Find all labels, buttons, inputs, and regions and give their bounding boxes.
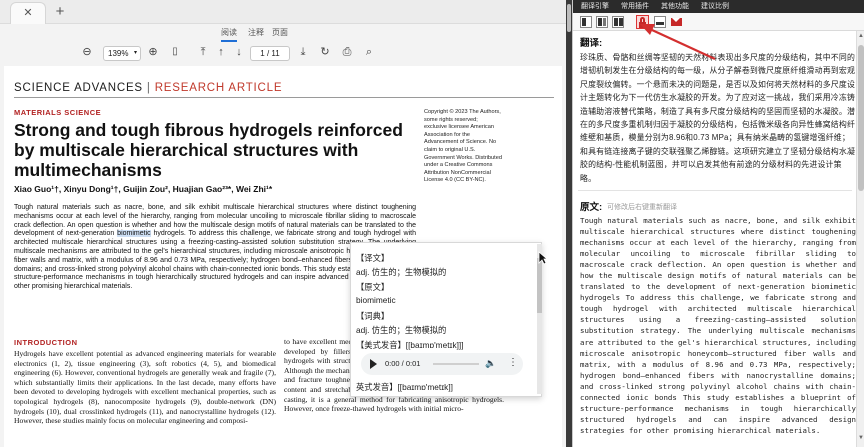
zoom-out-icon[interactable]: ⊖ xyxy=(80,43,94,61)
popup-dictionary-label: 【词典】 xyxy=(356,311,390,321)
print-icon[interactable]: ⎙ xyxy=(340,43,354,61)
panel-divider xyxy=(578,190,852,191)
translation-heading: 翻译: xyxy=(580,38,603,49)
last-page-icon[interactable]: ⤓ xyxy=(296,43,310,61)
prev-page-icon[interactable]: ↑ xyxy=(214,43,228,61)
popup-translation-label: 【译文】 xyxy=(356,253,390,263)
next-page-icon[interactable]: ↓ xyxy=(232,43,246,61)
panel-menubar: 翻译引擎 常用插件 其他功能 建议比例 xyxy=(573,0,864,13)
scroll-up-icon[interactable]: ▲ xyxy=(858,33,864,39)
zoom-in-icon[interactable]: ⊕ xyxy=(146,43,160,61)
body-column-left: Hydrogels have excellent potential as ad… xyxy=(14,349,276,426)
audio-player: 0:00 / 0:01 🔈 ⋮ xyxy=(361,353,523,375)
fit-page-icon[interactable]: ▯ xyxy=(168,43,182,61)
menu-common-plugins[interactable]: 常用插件 xyxy=(621,1,649,11)
journal-name: SCIENCE ADVANCES xyxy=(14,82,143,94)
popup-us-pronunciation: 【美式发音】[[baɪmɒ'metɪk]]] xyxy=(356,340,464,350)
zoom-value: 139% xyxy=(108,49,129,58)
menu-translation-engine[interactable]: 翻译引擎 xyxy=(581,1,609,11)
more-options-icon[interactable]: ⋮ xyxy=(508,357,518,368)
mouse-cursor-icon xyxy=(538,251,549,265)
paper-title: Strong and tough fibrous hydrogels reinf… xyxy=(14,120,403,180)
page-number-field[interactable]: 1 / 11 xyxy=(250,46,290,61)
popup-scrollbar[interactable] xyxy=(537,244,542,394)
volume-icon[interactable]: 🔈 xyxy=(485,358,496,369)
translation-panel: 翻译引擎 常用插件 其他功能 建议比例 翻译: 珍珠质、骨骼和丝绸等坚韧的天然材… xyxy=(572,0,864,447)
page-current: 1 xyxy=(260,49,265,58)
article-type: RESEARCH ARTICLE xyxy=(154,82,283,94)
selected-word[interactable]: biomimetic xyxy=(117,230,151,238)
menu-other-functions[interactable]: 其他功能 xyxy=(661,1,689,11)
cursor-shape xyxy=(538,251,549,265)
tab-strip: ✕ + xyxy=(0,0,572,24)
menu-suggested-ratio[interactable]: 建议比例 xyxy=(701,1,729,11)
journal-header: SCIENCE ADVANCES | RESEARCH ARTICLE xyxy=(14,82,282,94)
rotate-icon[interactable]: ↻ xyxy=(318,43,332,61)
panel-scrollbar[interactable]: ▲ ▼ xyxy=(856,31,864,447)
popup-uk-pronunciation: 英式发音】[[baɪmɒ'metɪk]] xyxy=(356,382,453,392)
viewer-scrollbar-thumb[interactable] xyxy=(567,4,571,32)
introduction-heading: INTRODUCTION xyxy=(14,338,78,347)
new-tab-button[interactable]: + xyxy=(52,3,68,21)
paper-authors: Xiao Guo¹†, Xinyu Dong¹†, Guijin Zou², H… xyxy=(14,184,273,194)
section-label: MATERIALS SCIENCE xyxy=(14,108,102,117)
panel-scrollbar-thumb[interactable] xyxy=(858,45,864,191)
scroll-down-icon[interactable]: ▼ xyxy=(858,435,864,441)
original-heading: 原文: xyxy=(580,202,603,213)
tab-page[interactable]: 页面 xyxy=(272,27,288,38)
close-icon[interactable]: ✕ xyxy=(23,7,32,19)
annotation-arrow-icon xyxy=(640,24,716,60)
first-page-icon[interactable]: ⤒ xyxy=(196,43,210,61)
document-tab[interactable]: ✕ xyxy=(10,2,46,24)
popup-original-word: biomimetic xyxy=(356,295,396,305)
active-tab-indicator xyxy=(221,40,237,42)
journal-separator: | xyxy=(146,82,151,94)
chevron-down-icon: ▾ xyxy=(133,50,137,56)
search-icon[interactable]: ⌕ xyxy=(362,43,376,61)
header-rule xyxy=(14,97,554,98)
play-icon[interactable] xyxy=(370,359,377,369)
arrow-shaft xyxy=(651,29,716,60)
original-text[interactable]: Tough natural materials such as nacre, b… xyxy=(580,215,856,436)
page-total: 11 xyxy=(271,49,280,58)
audio-time: 0:00 / 0:01 xyxy=(385,359,421,368)
audio-progress[interactable] xyxy=(433,363,479,365)
page-separator: / xyxy=(266,49,270,58)
zoom-select[interactable]: 139% ▾ xyxy=(103,46,141,61)
copyright-notice: Copyright © 2023 The Authors, some right… xyxy=(424,109,502,184)
translation-text[interactable]: 珍珠质、骨骼和丝绸等坚韧的天然材料表现出多尺度的分级结构，其中不同的增韧机制发生… xyxy=(580,51,856,185)
dictionary-popup: 【译文】 adj. 仿生的；生物模拟的 【原文】 biomimetic 【词典】… xyxy=(350,242,542,397)
popup-original-label: 【原文】 xyxy=(356,282,390,292)
viewer-toolbar: ⊖ 139% ▾ ⊕ ▯ ⤒ ↑ ↓ 1 / 11 ⤓ ↻ ⎙ ⌕ xyxy=(0,43,572,65)
popup-dictionary-text: adj. 仿生的；生物模拟的 xyxy=(356,325,447,335)
layout-left-icon[interactable] xyxy=(580,16,592,28)
original-hint: 可修改后右键重新翻译 xyxy=(607,204,677,211)
popup-scrollbar-thumb[interactable] xyxy=(537,258,542,313)
popup-translation-text: adj. 仿生的；生物模拟的 xyxy=(356,267,447,277)
tab-annotate[interactable]: 注释 xyxy=(248,27,264,38)
tab-read[interactable]: 阅读 xyxy=(221,27,237,38)
